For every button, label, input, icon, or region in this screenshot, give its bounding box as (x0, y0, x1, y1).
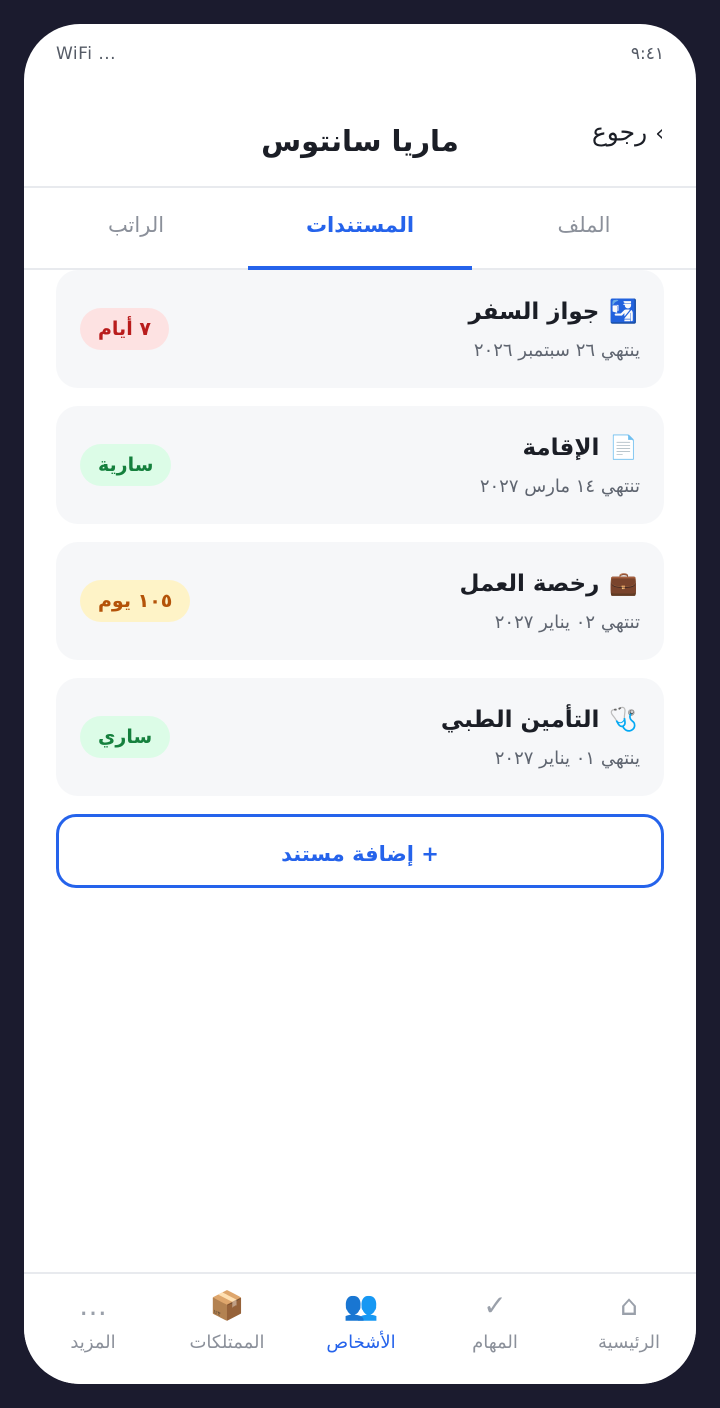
document-card-passport[interactable]: 🛂 جواز السفر ينتهي ٢٦ سبتمبر ٢٠٢٦ ٧ أيام (56, 270, 664, 388)
document-title: 🛂 جواز السفر (468, 298, 638, 325)
people-icon: 👥 (343, 1289, 379, 1322)
bottom-nav: ⌂ الرئيسية ✓ المهام 👥 الأشخاص 📦 الممتلكا… (24, 1272, 696, 1384)
nav-item-tasks[interactable]: ✓ المهام (428, 1284, 562, 1353)
home-icon: ⌂ (620, 1289, 638, 1322)
passport-icon: 🛂 (609, 299, 638, 325)
document-expiry: ينتهي ٠١ يناير ٢٠٢٧ (494, 748, 640, 769)
wifi-indicator: WiFi ... (56, 44, 117, 64)
document-icon: 📄 (609, 435, 638, 461)
more-icon: … (79, 1289, 107, 1322)
tab-documents[interactable]: المستندات (248, 186, 472, 270)
phone-screen: ٩:٤١ WiFi ... ›رجوع ماريا سانتوس الملف ا… (24, 24, 696, 1384)
document-title: 🩺 التأمين الطبي (441, 706, 638, 733)
document-card-residency[interactable]: 📄 الإقامة تنتهي ١٤ مارس ٢٠٢٧ سارية (56, 406, 664, 524)
document-name: الإقامة (522, 435, 600, 461)
document-name: التأمين الطبي (440, 707, 600, 733)
page-title: ماريا سانتوس (261, 124, 459, 158)
nav-label: الممتلكات (189, 1332, 265, 1353)
nav-item-more[interactable]: … المزيد (26, 1284, 160, 1353)
status-badge: ساري (80, 716, 171, 758)
stethoscope-icon: 🩺 (609, 707, 638, 733)
status-badge: سارية (80, 444, 172, 486)
status-badge: ١٠٥ يوم (80, 580, 191, 622)
document-title: 📄 الإقامة (522, 434, 638, 461)
document-title: 💼 رخصة العمل (459, 570, 638, 597)
document-expiry: ينتهي ٢٦ سبتمبر ٢٠٢٦ (473, 340, 640, 361)
nav-item-assets[interactable]: 📦 الممتلكات (160, 1284, 294, 1353)
document-card-medical-insurance[interactable]: 🩺 التأمين الطبي ينتهي ٠١ يناير ٢٠٢٧ ساري (56, 678, 664, 796)
status-time: ٩:٤١ (630, 44, 664, 64)
status-bar: ٩:٤١ WiFi ... (24, 24, 696, 88)
header: ›رجوع ماريا سانتوس (24, 88, 696, 188)
documents-list: 🛂جواز السفر ينتهي ٢٦ سبتمبر ٢٠٢٦ ٧ أيام … (56, 270, 664, 888)
nav-item-people[interactable]: 👥 الأشخاص (294, 1284, 428, 1353)
document-expiry: تنتهي ٠٢ يناير ٢٠٢٧ (494, 612, 640, 633)
briefcase-icon: 💼 (609, 571, 638, 597)
nav-label: المهام (472, 1332, 518, 1353)
document-name: جواز السفر (468, 299, 600, 325)
tab-profile[interactable]: الملف (472, 186, 696, 268)
document-name: رخصة العمل (459, 571, 600, 597)
nav-label: الأشخاص (326, 1332, 396, 1353)
nav-item-home[interactable]: ⌂ الرئيسية (562, 1284, 696, 1353)
tab-salary[interactable]: الراتب (24, 186, 248, 268)
add-document-button[interactable]: + إضافة مستند (56, 814, 664, 888)
nav-label: المزيد (70, 1332, 116, 1353)
tab-bar: الملف المستندات الراتب (24, 186, 696, 270)
status-badge: ٧ أيام (80, 308, 169, 350)
check-icon: ✓ (483, 1289, 507, 1322)
document-card-work-permit[interactable]: 💼 رخصة العمل تنتهي ٠٢ يناير ٢٠٢٧ ١٠٥ يوم (56, 542, 664, 660)
document-expiry: تنتهي ١٤ مارس ٢٠٢٧ (479, 476, 640, 497)
package-icon: 📦 (209, 1289, 245, 1322)
nav-label: الرئيسية (598, 1332, 660, 1353)
